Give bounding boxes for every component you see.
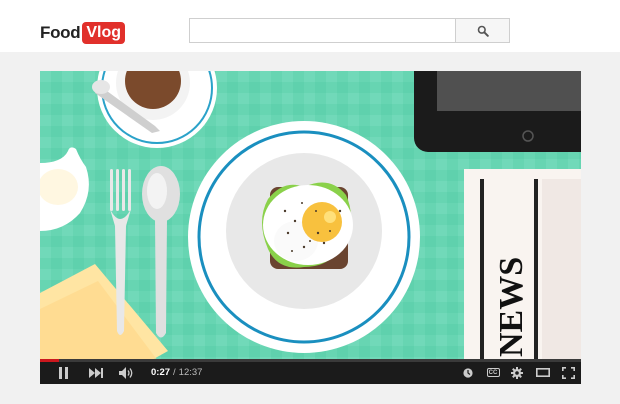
theater-icon (536, 368, 550, 377)
settings-button[interactable] (508, 361, 526, 384)
tablet (414, 71, 581, 152)
newspaper-headline: NEWS (493, 257, 530, 357)
gear-icon (511, 366, 523, 379)
fullscreen-button[interactable] (558, 361, 578, 384)
cc-icon: CC (486, 368, 500, 377)
captions-button[interactable]: CC (483, 361, 503, 384)
site-logo[interactable]: Food Vlog (40, 21, 126, 45)
plate (188, 121, 420, 353)
time-separator: / (173, 367, 176, 378)
next-button[interactable] (85, 361, 107, 384)
video-frame[interactable]: NEWS (40, 71, 581, 361)
next-icon (89, 367, 103, 378)
site-header: Food Vlog (0, 0, 620, 52)
duration: 12:37 (178, 367, 203, 378)
search-input[interactable] (189, 18, 455, 43)
time-display: 0:27 / 12:37 (151, 361, 202, 384)
logo-food-text: Food (40, 23, 81, 42)
volume-button[interactable] (116, 361, 138, 384)
search-button[interactable] (455, 18, 510, 43)
volume-icon (119, 366, 133, 379)
fullscreen-icon (561, 366, 575, 379)
video-player[interactable]: NEWS 0:27 / 12:37 CC (40, 71, 581, 384)
pause-button[interactable] (52, 361, 74, 384)
theater-mode-button[interactable] (533, 361, 553, 384)
current-time: 0:27 (151, 367, 171, 378)
video-control-bar: 0:27 / 12:37 CC (40, 359, 581, 384)
logo-vlog-badge: Vlog (82, 22, 126, 44)
pause-icon (58, 366, 68, 379)
watch-later-button[interactable] (459, 361, 477, 384)
search-icon (477, 25, 489, 37)
newspaper: NEWS (464, 169, 581, 361)
clock-icon (463, 367, 473, 378)
search-bar (189, 18, 510, 43)
